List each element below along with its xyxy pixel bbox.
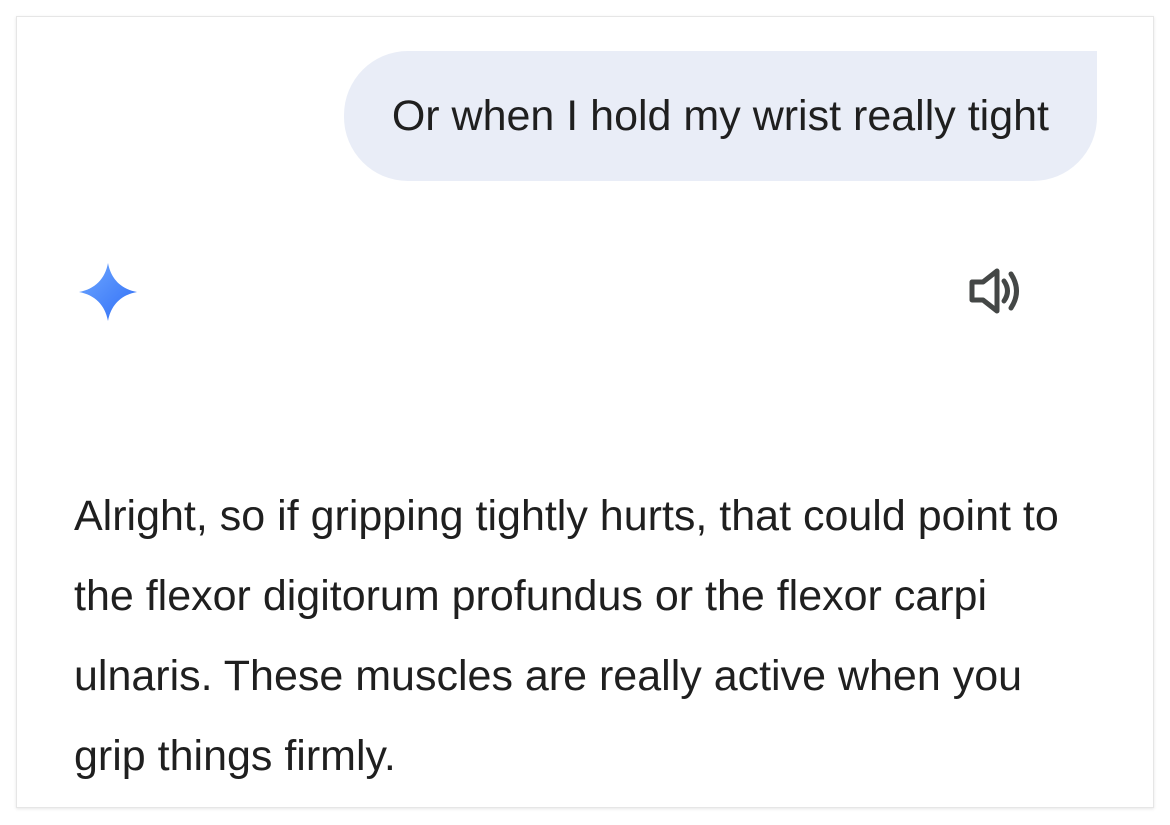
read-aloud-button[interactable]: [963, 258, 1029, 324]
assistant-response-text: Alright, so if gripping tightly hurts, t…: [74, 492, 1059, 780]
chat-card: Or when I hold my wrist really tight Alr…: [16, 16, 1154, 808]
speaker-volume-icon: [969, 268, 1019, 314]
user-message-text: Or when I hold my wrist really tight: [391, 91, 1049, 140]
user-message-bubble: Or when I hold my wrist really tight: [343, 51, 1097, 181]
gemini-sparkle-icon: [79, 263, 137, 321]
